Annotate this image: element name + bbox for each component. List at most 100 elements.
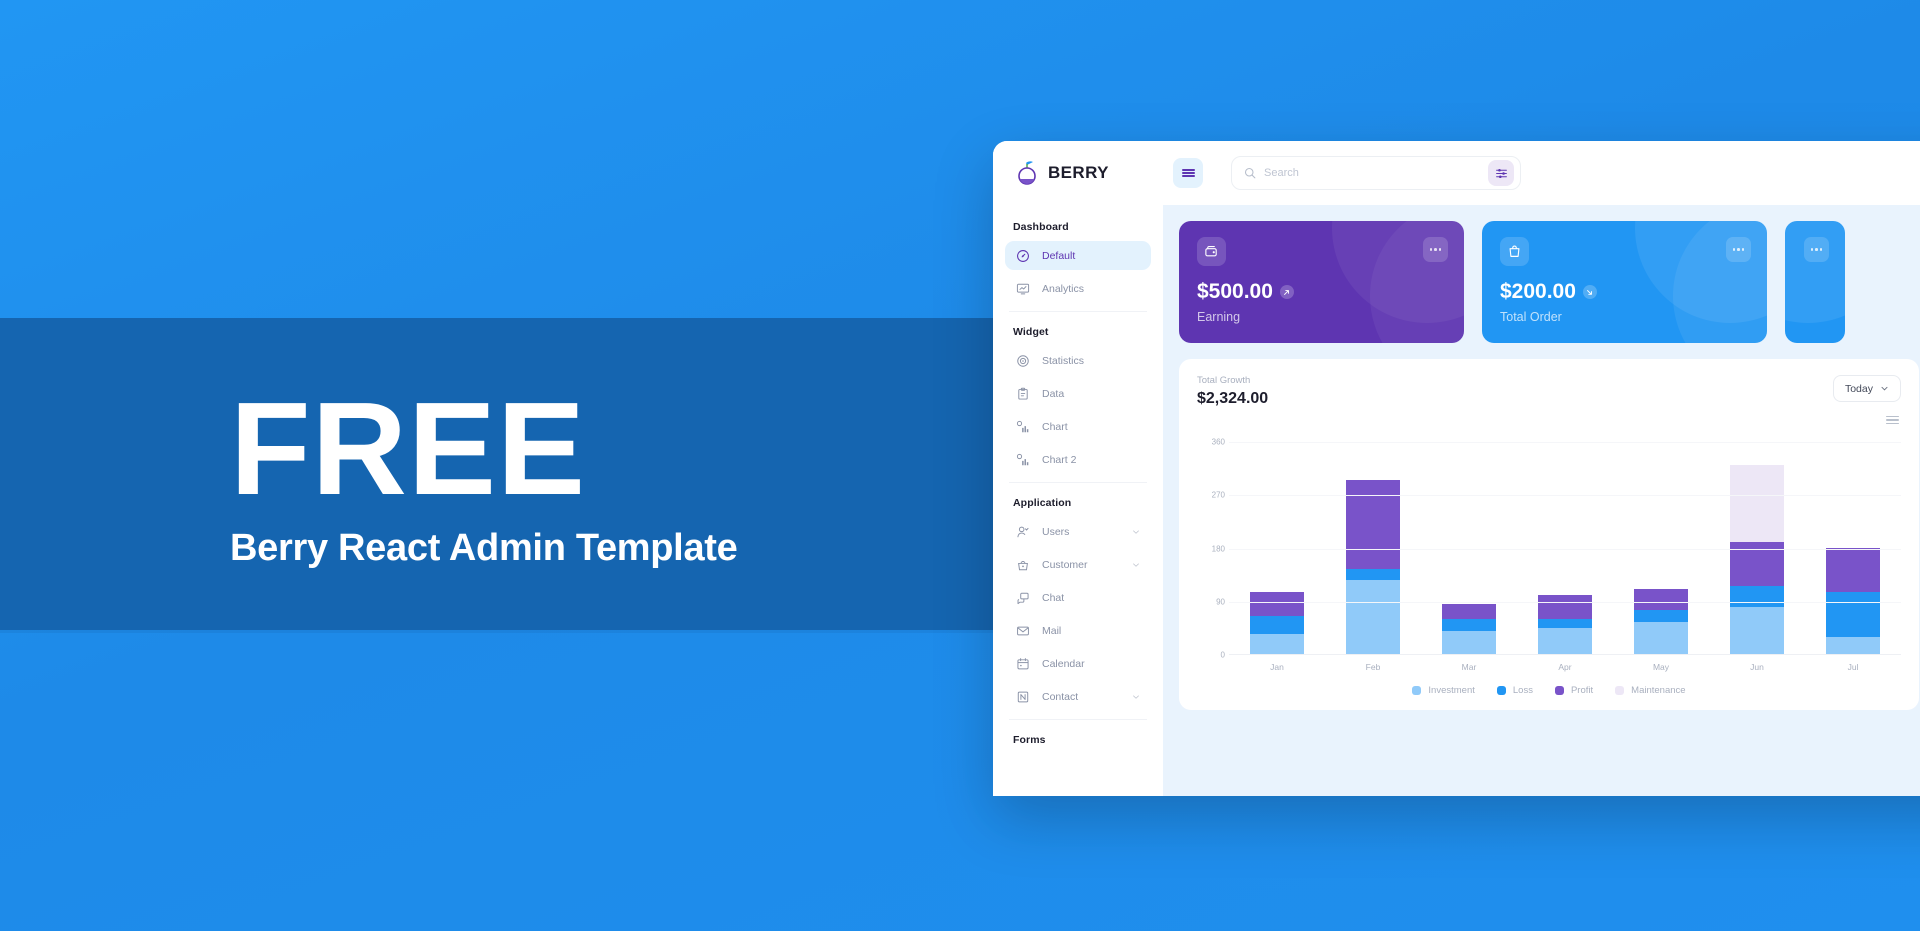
shopping-bag-icon — [1500, 237, 1529, 266]
bar-column[interactable] — [1709, 430, 1805, 655]
bar-column[interactable] — [1613, 430, 1709, 655]
sidebar-item-customer[interactable]: Customer — [1005, 550, 1151, 579]
bar-segment-loss[interactable] — [1730, 586, 1784, 607]
sidebar-item-label: Data — [1042, 387, 1065, 400]
bar-segment-profit[interactable] — [1250, 592, 1304, 616]
bar-segment-profit[interactable] — [1538, 595, 1592, 619]
bar-segment-loss[interactable] — [1634, 609, 1688, 622]
bar-segment-loss[interactable] — [1826, 592, 1880, 637]
hero-subtitle: Berry React Admin Template — [230, 527, 738, 570]
card-menu-button[interactable] — [1726, 237, 1751, 262]
chevron-down-icon — [1133, 562, 1139, 567]
chart-legend: Investment Loss Profit Maintenance — [1197, 685, 1901, 696]
bar-chart-icon — [1015, 452, 1030, 467]
bar-segment-investment[interactable] — [1826, 636, 1880, 655]
bar-segment-profit[interactable] — [1826, 547, 1880, 593]
background-band-shadow — [0, 630, 1105, 633]
bar-segment-loss[interactable] — [1250, 615, 1304, 634]
bar-segment-investment[interactable] — [1442, 630, 1496, 655]
mail-icon — [1015, 623, 1030, 638]
search-input[interactable]: Search — [1264, 167, 1480, 179]
bar-segment-profit[interactable] — [1442, 604, 1496, 619]
sidebar-item-mail[interactable]: Mail — [1005, 616, 1151, 645]
chart-area: 0 90 180 270 360 — [1197, 430, 1901, 660]
target-icon — [1015, 353, 1030, 368]
card-menu-button[interactable] — [1804, 237, 1829, 262]
legend-item[interactable]: Maintenance — [1615, 685, 1686, 696]
legend-item[interactable]: Investment — [1412, 685, 1475, 697]
legend-swatch — [1554, 686, 1564, 696]
sidebar-item-default[interactable]: Default — [1005, 241, 1151, 270]
search-bar[interactable]: Search — [1231, 156, 1521, 190]
hero-section: FREE Berry React Admin Template — [230, 375, 990, 570]
sidebar-item-contact[interactable]: Contact — [1005, 682, 1151, 711]
bar-segment-investment[interactable] — [1346, 580, 1400, 655]
stacked-bar[interactable] — [1442, 604, 1496, 655]
legend-item[interactable]: Profit — [1554, 685, 1594, 697]
trend-down-icon — [1582, 285, 1597, 299]
hero-title: FREE — [230, 375, 587, 522]
sidebar-item-chat[interactable]: Chat — [1005, 583, 1151, 612]
search-filter-button[interactable] — [1488, 160, 1514, 186]
chevron-down-icon — [1881, 386, 1888, 391]
stat-card-earning[interactable]: $500.00 Earning — [1179, 221, 1464, 343]
sidebar-section-header: Widget — [1013, 326, 1049, 338]
sidebar-item-label: Contact — [1042, 690, 1079, 703]
bar-segment-profit[interactable] — [1634, 589, 1688, 610]
main-content: $500.00 Earning $200.00 Total Order Tota… — [1163, 205, 1920, 796]
clipboard-icon — [1015, 386, 1030, 401]
bar-segment-investment[interactable] — [1730, 606, 1784, 655]
sidebar-item-chart-2[interactable]: Chart 2 — [1005, 445, 1151, 474]
bar-segment-profit[interactable] — [1346, 479, 1400, 569]
stacked-bar[interactable] — [1346, 479, 1400, 655]
bar-segment-investment[interactable] — [1250, 633, 1304, 655]
bar-segment-investment[interactable] — [1634, 621, 1688, 655]
sidebar-item-label: Customer — [1042, 558, 1088, 571]
sidebar-item-calendar[interactable]: Calendar — [1005, 649, 1151, 678]
card-menu-button[interactable] — [1423, 237, 1448, 262]
sidebar-item-label: Chart 2 — [1042, 453, 1077, 466]
x-axis-label: Feb — [1365, 662, 1381, 673]
menu-toggle-button[interactable] — [1173, 158, 1203, 188]
legend-swatch — [1615, 686, 1625, 696]
sidebar-item-statistics[interactable]: Statistics — [1005, 346, 1151, 375]
sidebar-section-header: Forms — [1013, 734, 1046, 746]
stat-card-partial[interactable] — [1785, 221, 1845, 343]
bar-column[interactable] — [1517, 430, 1613, 655]
card-amount: $500.00 — [1197, 280, 1446, 304]
x-axis-label: Jun — [1750, 662, 1764, 673]
legend-label: Profit — [1570, 685, 1594, 697]
sidebar-item-users[interactable]: Users — [1005, 517, 1151, 546]
berry-logo-icon — [1015, 160, 1039, 186]
bar-segment-loss[interactable] — [1442, 618, 1496, 631]
y-axis: 0 90 180 270 360 — [1197, 430, 1229, 660]
bar-segment-maintenance[interactable] — [1730, 464, 1784, 542]
date-range-select[interactable]: Today — [1832, 375, 1901, 402]
bar-column[interactable] — [1421, 430, 1517, 655]
chart-menu-button[interactable] — [1197, 414, 1899, 426]
bar-column[interactable] — [1229, 430, 1325, 655]
bar-column[interactable] — [1325, 430, 1421, 655]
sidebar-item-label: Calendar — [1042, 657, 1085, 670]
legend-label: Investment — [1428, 685, 1475, 697]
legend-item[interactable]: Loss — [1496, 685, 1533, 696]
sidebar-item-data[interactable]: Data — [1005, 379, 1151, 408]
bar-segment-investment[interactable] — [1538, 627, 1592, 655]
bar-segment-loss[interactable] — [1538, 618, 1592, 628]
stacked-bar[interactable] — [1538, 595, 1592, 655]
burger-line — [1181, 175, 1195, 178]
y-axis-tick: 360 — [1211, 437, 1225, 447]
stacked-bar[interactable] — [1730, 464, 1784, 655]
sidebar-item-label: Default — [1042, 249, 1076, 262]
burger-line — [1181, 172, 1195, 174]
card-label: Earning — [1197, 310, 1241, 324]
bar-segment-loss[interactable] — [1346, 568, 1400, 581]
stacked-bar[interactable] — [1634, 589, 1688, 655]
sidebar-item-chart[interactable]: Chart — [1005, 412, 1151, 441]
contact-icon — [1015, 689, 1030, 704]
sidebar-item-analytics[interactable]: Analytics — [1005, 274, 1151, 303]
gridline — [1229, 602, 1901, 604]
stat-card-total-order[interactable]: $200.00 Total Order — [1482, 221, 1767, 343]
bar-column[interactable] — [1805, 430, 1901, 655]
sidebar-section-header: Dashboard — [1013, 221, 1069, 233]
